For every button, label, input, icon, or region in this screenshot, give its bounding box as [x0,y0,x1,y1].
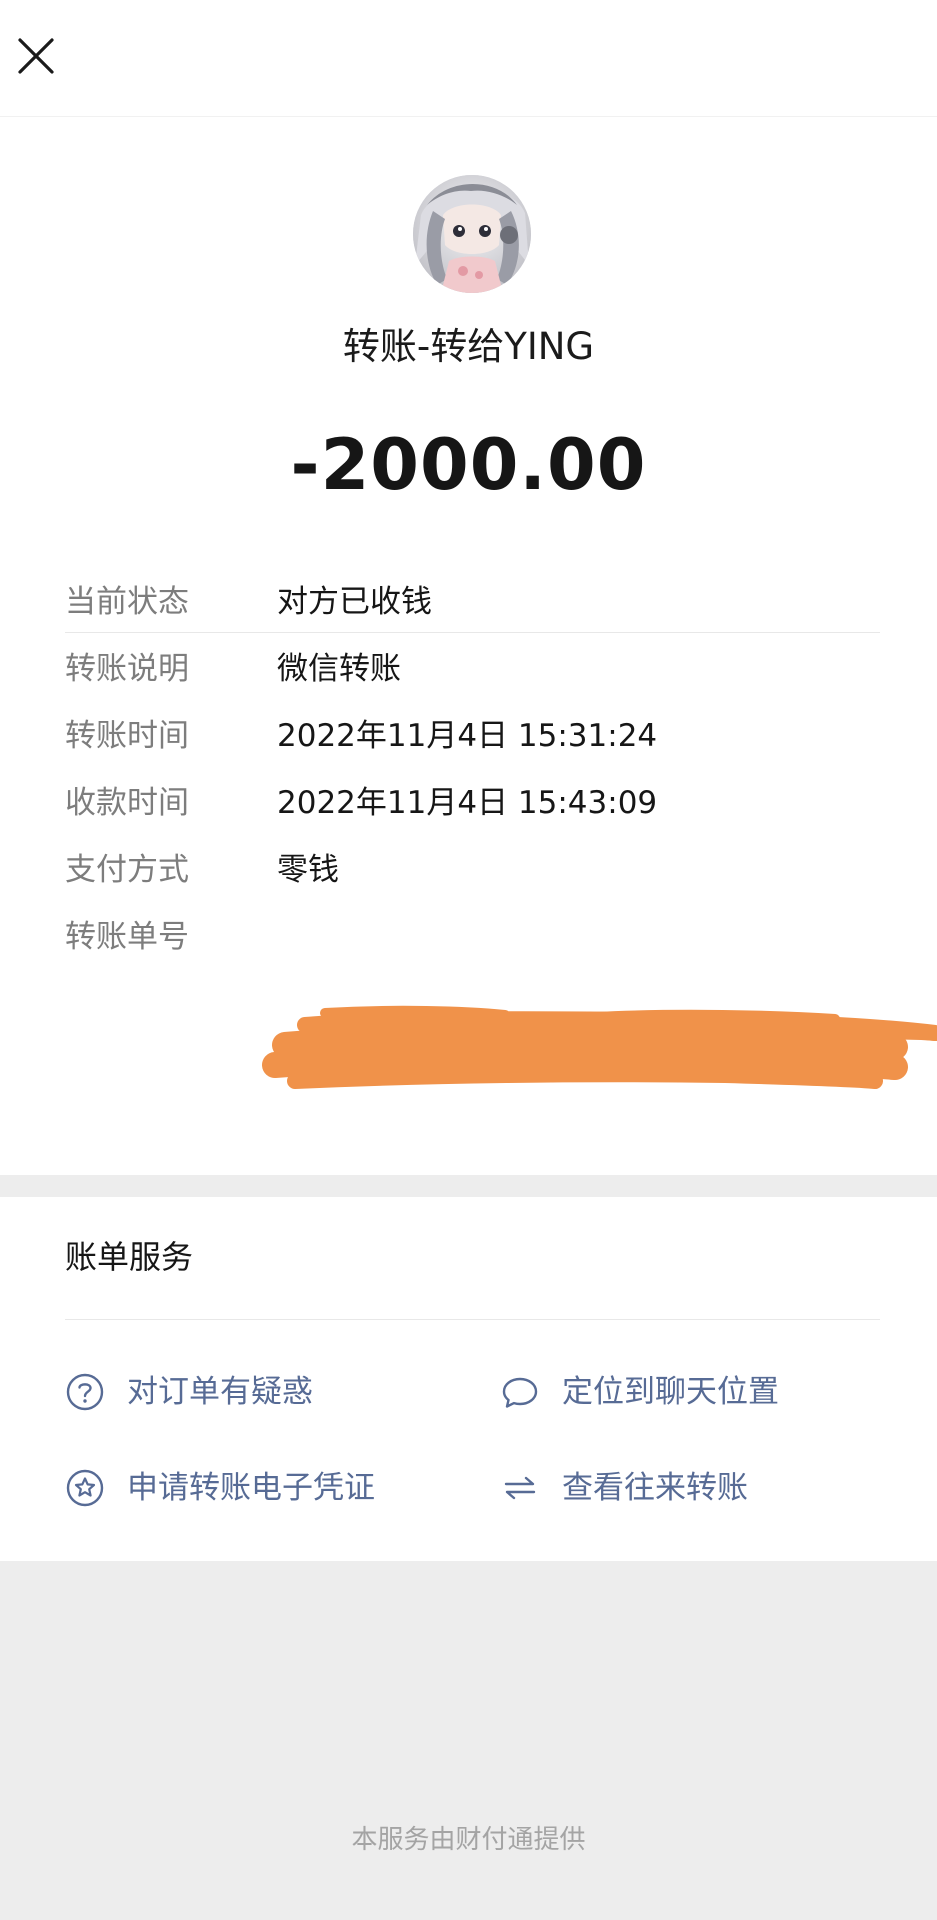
close-button[interactable] [14,34,58,78]
detail-label: 转账时间 [65,718,189,754]
swap-arrows-icon [500,1468,540,1508]
detail-label: 转账说明 [65,651,189,687]
detail-label: 当前状态 [65,584,189,620]
detail-value: 零钱 [277,852,339,888]
detail-row-transfer-time: 转账时间 2022年11月4日 15:31:24 [65,704,880,771]
close-icon [18,38,54,74]
order-question-link[interactable]: 对订单有疑惑 [65,1367,425,1417]
service-label: 查看往来转账 [562,1470,748,1506]
avatar [413,175,531,293]
detail-value: 微信转账 [277,651,401,687]
apply-voucher-link[interactable]: 申请转账电子凭证 [65,1463,465,1513]
detail-label: 转账单号 [65,919,189,955]
chat-bubble-icon [500,1372,540,1412]
redaction-scribble [255,1005,937,1095]
payee-title: 转账-转给YING [342,325,595,368]
detail-row-transfer-number: 转账单号 [65,905,880,972]
detail-label: 收款时间 [65,785,189,821]
detail-row-status: 当前状态 对方已收钱 [65,570,880,637]
detail-value: 2022年11月4日 15:31:24 [277,718,658,754]
divider [65,1319,880,1320]
service-label: 定位到聊天位置 [562,1374,779,1410]
service-label: 对订单有疑惑 [127,1374,313,1410]
locate-chat-link[interactable]: 定位到聊天位置 [500,1367,880,1417]
detail-value: 对方已收钱 [277,584,432,620]
detail-row-receive-time: 收款时间 2022年11月4日 15:43:09 [65,771,880,838]
footer-provider-text: 本服务由财付通提供 [351,1825,586,1855]
view-transfers-link[interactable]: 查看往来转账 [500,1463,880,1513]
detail-label: 支付方式 [65,852,189,888]
services-title: 账单服务 [65,1238,194,1276]
star-circle-icon [65,1468,105,1508]
service-label: 申请转账电子凭证 [127,1470,375,1506]
bill-services: 账单服务 对订单有疑惑 定位到聊天位置 申请转账电子凭证 查看往来转账 [0,1197,937,1561]
details-list: 当前状态 对方已收钱 转账说明 微信转账 转账时间 2022年11月4日 15:… [65,570,880,972]
top-bar [0,0,937,117]
detail-row-payment-method: 支付方式 零钱 [65,838,880,905]
detail-row-note: 转账说明 微信转账 [65,637,880,704]
detail-value: 2022年11月4日 15:43:09 [277,785,658,821]
question-circle-icon [65,1372,105,1412]
amount: -2000.00 [290,424,647,506]
